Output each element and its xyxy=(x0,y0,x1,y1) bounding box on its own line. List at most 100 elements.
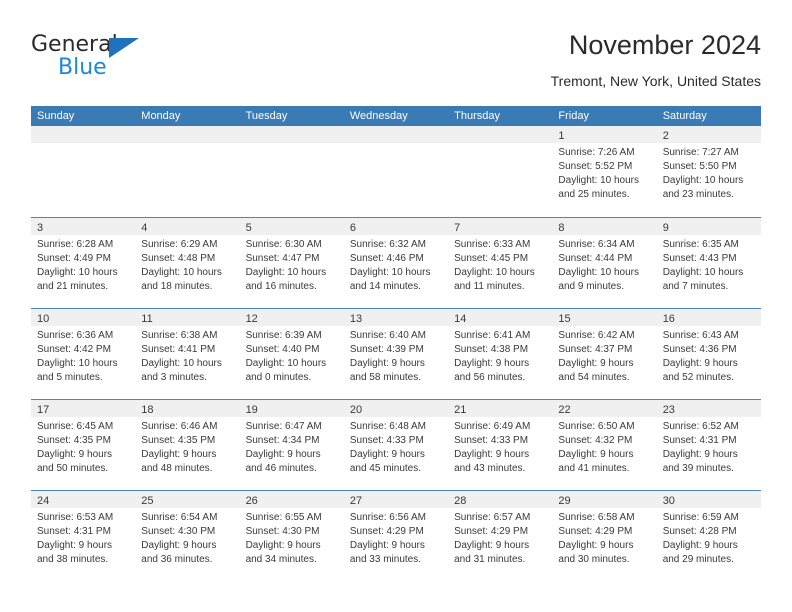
day-cell-5[interactable]: 5 Sunrise: 6:30 AM Sunset: 4:47 PM Daylight… xyxy=(239,218,344,308)
sunrise-text: Sunrise: 6:53 AM xyxy=(37,512,114,523)
daylight-text-line1: Daylight: 10 hours xyxy=(245,267,327,278)
day-number-band: 14 xyxy=(448,309,553,326)
sunset-text: Sunset: 4:31 PM xyxy=(37,526,111,537)
day-number: 24 xyxy=(37,495,50,507)
day-cell-15[interactable]: 15 Sunrise: 6:42 AM Sunset: 4:37 PM Dayligh… xyxy=(552,309,657,399)
day-cell-14[interactable]: 14 Sunrise: 6:41 AM Sunset: 4:38 PM Dayligh… xyxy=(448,309,553,399)
day-number: 18 xyxy=(141,404,154,416)
page-title: November 2024 xyxy=(568,30,761,60)
daylight-text-line2: and 0 minutes. xyxy=(245,372,312,383)
day-number: 20 xyxy=(349,404,363,416)
day-cell-21[interactable]: 21 Sunrise: 6:49 AM Sunset: 4:33 PM Dayligh… xyxy=(448,400,553,490)
day-cell-6[interactable]: 6 Sunrise: 6:32 AM Sunset: 4:46 PM Daylight… xyxy=(343,218,449,308)
sunrise-text: Sunrise: 6:36 AM xyxy=(37,330,114,341)
daylight-text-line1: Daylight: 10 hours xyxy=(349,267,431,278)
day-cell-2[interactable]: 2 Sunrise: 7:27 AM Sunset: 5:50 PM Daylight… xyxy=(656,126,761,217)
day-cell-29[interactable]: 29 Sunrise: 6:58 AM Sunset: 4:29 PM Dayligh… xyxy=(552,491,657,581)
day-cell-7[interactable]: 7 Sunrise: 6:33 AM Sunset: 4:45 PM Daylight… xyxy=(448,218,553,308)
day-details: Sunrise: 6:40 AM Sunset: 4:39 PM Daylight:… xyxy=(344,326,448,385)
day-cell-10[interactable]: 10 Sunrise: 6:36 AM Sunset: 4:42 PM Dayligh… xyxy=(31,309,136,399)
calendar-weeks: 1 Sunrise: 7:26 AM Sunset: 5:52 PM Daylight… xyxy=(31,126,761,581)
daylight-text-line1: Daylight: 9 hours xyxy=(349,540,425,551)
sunset-text: Sunset: 4:39 PM xyxy=(349,344,424,355)
daylight-text-line1: Daylight: 10 hours xyxy=(37,358,118,369)
daylight-text-line1: Daylight: 9 hours xyxy=(245,449,321,460)
general-blue-logo[interactable]: General Blue xyxy=(31,34,231,88)
daylight-text-line2: and 11 minutes. xyxy=(454,281,525,292)
daylight-text-line2: and 25 minutes. xyxy=(558,189,630,200)
day-cell-empty xyxy=(239,126,344,217)
sunset-text: Sunset: 4:43 PM xyxy=(662,253,737,264)
day-number-band: 18 xyxy=(135,400,240,417)
day-cell-27[interactable]: 27 Sunrise: 6:56 AM Sunset: 4:29 PM Dayligh… xyxy=(343,491,449,581)
day-cell-1[interactable]: 1 Sunrise: 7:26 AM Sunset: 5:52 PM Daylight… xyxy=(552,126,657,217)
day-details: Sunrise: 6:52 AM Sunset: 4:31 PM Daylight:… xyxy=(657,417,761,476)
day-number-band: 4 xyxy=(135,218,240,235)
sunrise-text: Sunrise: 6:58 AM xyxy=(558,512,635,523)
sunset-text: Sunset: 4:36 PM xyxy=(662,344,737,355)
day-number: 28 xyxy=(454,495,467,507)
day-details: Sunrise: 6:32 AM Sunset: 4:46 PM Daylight:… xyxy=(344,235,448,294)
day-details xyxy=(135,143,239,146)
day-number: 9 xyxy=(662,222,669,234)
day-cell-22[interactable]: 22 Sunrise: 6:50 AM Sunset: 4:32 PM Dayligh… xyxy=(552,400,657,490)
day-number-band: 1 xyxy=(552,126,657,143)
day-number-band: 21 xyxy=(448,400,553,417)
day-cell-12[interactable]: 12 Sunrise: 6:39 AM Sunset: 4:40 PM Dayligh… xyxy=(239,309,344,399)
day-number: 5 xyxy=(245,222,252,234)
daylight-text-line2: and 23 minutes. xyxy=(662,189,734,200)
day-number-band: 9 xyxy=(656,218,761,235)
sunset-text: Sunset: 4:33 PM xyxy=(454,435,529,446)
day-number: 26 xyxy=(245,495,258,507)
day-cell-11[interactable]: 11 Sunrise: 6:38 AM Sunset: 4:41 PM Dayligh… xyxy=(135,309,240,399)
day-cell-20[interactable]: 20 Sunrise: 6:48 AM Sunset: 4:33 PM Dayligh… xyxy=(343,400,449,490)
day-cell-empty xyxy=(135,126,240,217)
sunset-text: Sunset: 4:38 PM xyxy=(454,344,529,355)
day-number: 11 xyxy=(141,313,153,325)
day-number: 21 xyxy=(454,404,467,416)
day-cell-26[interactable]: 26 Sunrise: 6:55 AM Sunset: 4:30 PM Dayligh… xyxy=(239,491,344,581)
day-number-band xyxy=(343,126,449,143)
sunset-text: Sunset: 4:48 PM xyxy=(141,253,216,264)
sunrise-text: Sunrise: 6:38 AM xyxy=(141,330,218,341)
day-number: 29 xyxy=(558,495,571,507)
day-number: 27 xyxy=(349,495,363,507)
daylight-text-line2: and 46 minutes. xyxy=(245,463,317,474)
day-cell-17[interactable]: 17 Sunrise: 6:45 AM Sunset: 4:35 PM Dayligh… xyxy=(31,400,136,490)
daylight-text-line1: Daylight: 9 hours xyxy=(558,540,634,551)
day-number-band: 19 xyxy=(239,400,344,417)
day-number: 3 xyxy=(37,222,44,234)
day-cell-13[interactable]: 13 Sunrise: 6:40 AM Sunset: 4:39 PM Dayligh… xyxy=(343,309,449,399)
day-cell-19[interactable]: 19 Sunrise: 6:47 AM Sunset: 4:34 PM Dayligh… xyxy=(239,400,344,490)
sunrise-text: Sunrise: 6:56 AM xyxy=(349,512,426,523)
logo-triangle-icon xyxy=(109,38,139,58)
daylight-text-line1: Daylight: 10 hours xyxy=(245,358,327,369)
day-cell-30[interactable]: 30 Sunrise: 6:59 AM Sunset: 4:28 PM Dayligh… xyxy=(656,491,761,581)
day-cell-16[interactable]: 16 Sunrise: 6:43 AM Sunset: 4:36 PM Dayligh… xyxy=(656,309,761,399)
day-details: Sunrise: 7:27 AM Sunset: 5:50 PM Daylight:… xyxy=(657,143,761,202)
day-cell-3[interactable]: 3 Sunrise: 6:28 AM Sunset: 4:49 PM Daylight… xyxy=(31,218,136,308)
daylight-text-line2: and 29 minutes. xyxy=(662,554,734,565)
day-cell-25[interactable]: 25 Sunrise: 6:54 AM Sunset: 4:30 PM Dayligh… xyxy=(135,491,240,581)
daylight-text-line2: and 58 minutes. xyxy=(349,372,422,383)
daylight-text-line2: and 34 minutes. xyxy=(245,554,317,565)
day-cell-24[interactable]: 24 Sunrise: 6:53 AM Sunset: 4:31 PM Dayligh… xyxy=(31,491,136,581)
day-number: 30 xyxy=(662,495,675,507)
day-details: Sunrise: 6:50 AM Sunset: 4:32 PM Daylight:… xyxy=(552,417,656,476)
daylight-text-line1: Daylight: 9 hours xyxy=(558,449,634,460)
sunrise-text: Sunrise: 6:29 AM xyxy=(141,239,218,250)
weekday-header-wednesday: Wednesday xyxy=(349,110,408,122)
calendar-grid: Sunday Monday Tuesday Wednesday Thursday Frid… xyxy=(31,106,761,581)
day-number-band: 13 xyxy=(343,309,449,326)
daylight-text-line2: and 7 minutes. xyxy=(662,281,729,292)
day-cell-28[interactable]: 28 Sunrise: 6:57 AM Sunset: 4:29 PM Dayligh… xyxy=(448,491,553,581)
sunrise-text: Sunrise: 6:47 AM xyxy=(245,421,322,432)
sunset-text: Sunset: 4:30 PM xyxy=(141,526,216,537)
day-cell-9[interactable]: 9 Sunrise: 6:35 AM Sunset: 4:43 PM Daylight… xyxy=(656,218,761,308)
daylight-text-line2: and 48 minutes. xyxy=(141,463,213,474)
day-cell-4[interactable]: 4 Sunrise: 6:29 AM Sunset: 4:48 PM Daylight… xyxy=(135,218,240,308)
calendar-week-row: 10 Sunrise: 6:36 AM Sunset: 4:42 PM Dayligh… xyxy=(31,308,761,399)
day-cell-18[interactable]: 18 Sunrise: 6:46 AM Sunset: 4:35 PM Dayligh… xyxy=(135,400,240,490)
day-cell-8[interactable]: 8 Sunrise: 6:34 AM Sunset: 4:44 PM Daylight… xyxy=(552,218,657,308)
day-cell-23[interactable]: 23 Sunrise: 6:52 AM Sunset: 4:31 PM Dayligh… xyxy=(656,400,761,490)
